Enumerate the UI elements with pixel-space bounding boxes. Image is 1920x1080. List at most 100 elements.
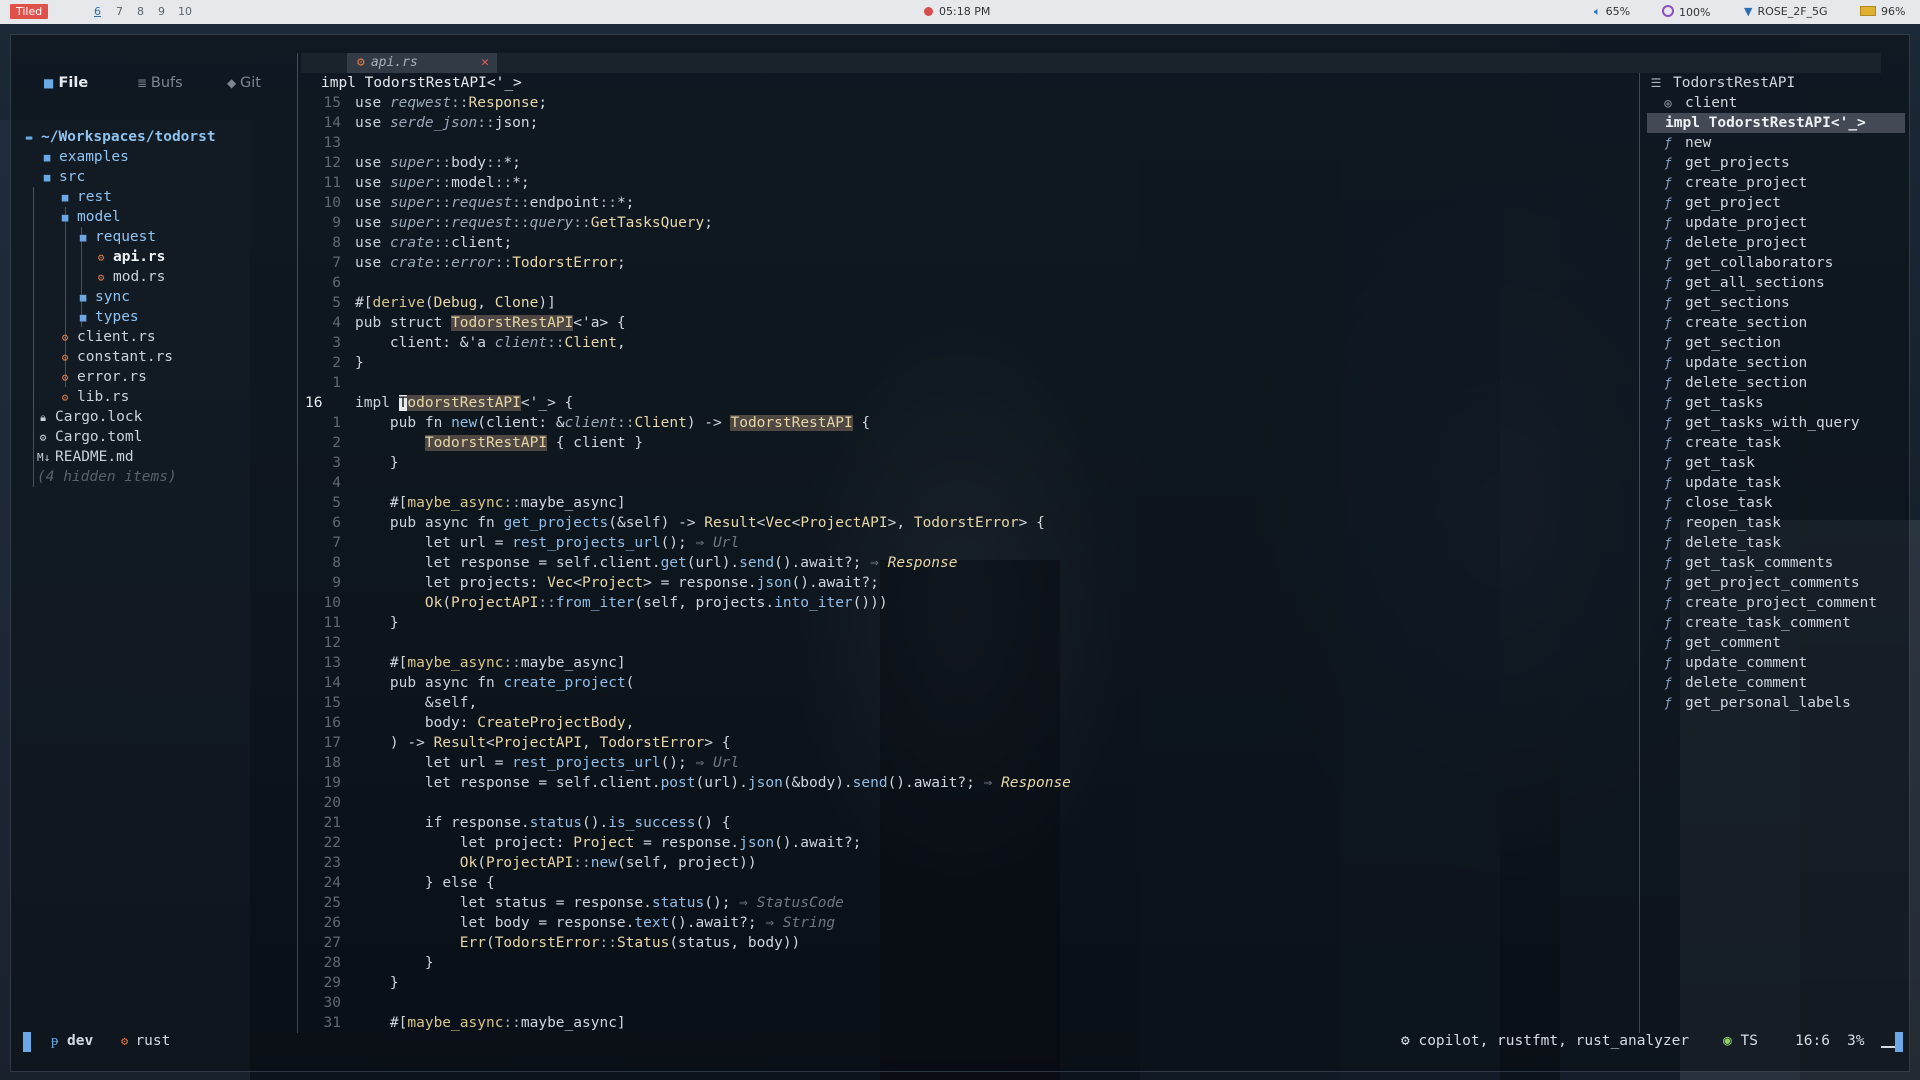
code-line[interactable]: 3 client: &'a client::Client,	[301, 333, 625, 353]
tree-folder[interactable]: ■ types	[77, 307, 139, 327]
tree-folder[interactable]: ■ src	[41, 167, 86, 187]
filetype[interactable]: ⚙ rust	[121, 1030, 170, 1052]
code-line[interactable]: 25 let status = response.status(); ⇒ Sta…	[301, 893, 844, 913]
code-line[interactable]: 18 let url = rest_projects_url(); ⇒ Url	[301, 753, 740, 773]
code-line[interactable]: 23 Ok(ProjectAPI::new(self, project))	[301, 853, 757, 873]
outline-fn-get-all-sections[interactable]: ƒ get_all_sections	[1647, 273, 1905, 293]
outline-fn-get-tasks-with-query[interactable]: ƒ get_tasks_with_query	[1647, 413, 1905, 433]
code-line[interactable]: 29 }	[301, 973, 399, 993]
outline-fn-new[interactable]: ƒ new	[1647, 133, 1905, 153]
outline-fn-get-project[interactable]: ƒ get_project	[1647, 193, 1905, 213]
outline-impl[interactable]: impl TodorstRestAPI<'_>	[1647, 113, 1905, 133]
workspace-9[interactable]: 9	[158, 5, 165, 18]
code-line[interactable]: 12	[301, 633, 355, 653]
outline-fn-delete-task[interactable]: ƒ delete_task	[1647, 533, 1905, 553]
outline-fn-get-comment[interactable]: ƒ get_comment	[1647, 633, 1905, 653]
explorer-tab-bufs[interactable]: ≣ Bufs	[137, 75, 183, 91]
code-line[interactable]: 15 &self,	[301, 693, 478, 713]
explorer-separator[interactable]	[297, 53, 298, 1033]
code-line[interactable]: 13	[301, 133, 355, 153]
code-line[interactable]: 3 }	[301, 453, 398, 473]
code-line[interactable]: 6 pub async fn get_projects(&self) -> Re…	[301, 513, 1045, 533]
code-line[interactable]: 27 Err(TodorstError::Status(status, body…	[301, 933, 801, 953]
code-line[interactable]: 5 #[maybe_async::maybe_async]	[301, 493, 625, 513]
code-line[interactable]: 11 }	[301, 613, 399, 633]
clock[interactable]: 05:18 PM	[924, 5, 990, 18]
outline-fn-delete-project[interactable]: ƒ delete_project	[1647, 233, 1905, 253]
outline-fn-update-task[interactable]: ƒ update_task	[1647, 473, 1905, 493]
code-line[interactable]: 1	[301, 373, 355, 393]
code-line[interactable]: 14 pub async fn create_project(	[301, 673, 635, 693]
outline-fn-update-comment[interactable]: ƒ update_comment	[1647, 653, 1905, 673]
outline-fn-create-project[interactable]: ƒ create_project	[1647, 173, 1905, 193]
git-branch[interactable]: ᵽ dev	[51, 1030, 93, 1052]
code-line[interactable]: 15 use reqwest::Response;	[301, 93, 548, 113]
layout-badge[interactable]: Tiled	[10, 4, 49, 19]
tree-folder[interactable]: ■ examples	[41, 147, 129, 167]
tree-root[interactable]: ▬ ~/Workspaces/todorst	[23, 127, 216, 147]
outline-fn-close-task[interactable]: ƒ close_task	[1647, 493, 1905, 513]
workspace-7[interactable]: 7	[116, 5, 123, 18]
code-line[interactable]: 9 let projects: Vec<Project> = response.…	[301, 573, 879, 593]
code-line[interactable]: 2}	[301, 353, 363, 373]
code-line[interactable]: 13 #[maybe_async::maybe_async]	[301, 653, 626, 673]
outline-fn-delete-comment[interactable]: ƒ delete_comment	[1647, 673, 1905, 693]
tab-api-rs[interactable]: ⚙ api.rs ✕	[347, 53, 497, 73]
code-line[interactable]: 7 let url = rest_projects_url(); ⇒ Url	[301, 533, 739, 553]
outline-fn-get-tasks[interactable]: ƒ get_tasks	[1647, 393, 1905, 413]
code-line[interactable]: 22 let project: Project = response.json(…	[301, 833, 862, 853]
outline-fn-get-personal-labels[interactable]: ƒ get_personal_labels	[1647, 693, 1905, 713]
tree-file[interactable]: M↓ README.md	[37, 447, 134, 467]
code-line[interactable]: 14 use serde_json::json;	[301, 113, 539, 133]
tree-file[interactable]: ⚙ api.rs	[95, 247, 166, 267]
tree-file[interactable]: ⚙ constant.rs	[59, 347, 173, 367]
tree-folder[interactable]: ■ rest	[59, 187, 112, 207]
code-line[interactable]: 4 pub struct TodorstRestAPI<'a> {	[301, 313, 626, 333]
tree-file[interactable]: 🔒︎ Cargo.lock	[37, 407, 142, 427]
brightness-indicator[interactable]: 100%	[1662, 5, 1710, 19]
outline-fn-create-task[interactable]: ƒ create_task	[1647, 433, 1905, 453]
outline-fn-get-projects[interactable]: ƒ get_projects	[1647, 153, 1905, 173]
outline-field[interactable]: ◎ client	[1647, 93, 1905, 113]
code-line[interactable]: 26 let body = response.text().await?; ⇒ …	[301, 913, 836, 933]
outline-fn-create-project-comment[interactable]: ƒ create_project_comment	[1647, 593, 1905, 613]
code-line[interactable]: 21 if response.status().is_success() {	[301, 813, 731, 833]
treesitter-status[interactable]: ◉ TS	[1723, 1030, 1758, 1052]
tree-folder[interactable]: ■ sync	[77, 287, 130, 307]
workspace-8[interactable]: 8	[137, 5, 144, 18]
outline-fn-get-task-comments[interactable]: ƒ get_task_comments	[1647, 553, 1905, 573]
outline-fn-get-project-comments[interactable]: ƒ get_project_comments	[1647, 573, 1905, 593]
code-line[interactable]: 2 TodorstRestAPI { client }	[301, 433, 643, 453]
tree-file[interactable]: ⚙ error.rs	[59, 367, 147, 387]
volume-indicator[interactable]: 🔈︎ 65%	[1594, 5, 1630, 19]
tree-folder[interactable]: ■ model	[59, 207, 121, 227]
code-line[interactable]: 11 use super::model::*;	[301, 173, 530, 193]
tree-folder[interactable]: ■ request	[77, 227, 156, 247]
tree-hidden-items[interactable]: (4 hidden items)	[37, 467, 177, 487]
outline-fn-get-section[interactable]: ƒ get_section	[1647, 333, 1905, 353]
code-line[interactable]: 28 }	[301, 953, 434, 973]
close-icon[interactable]: ✕	[481, 53, 489, 73]
code-line[interactable]: 17 ) -> Result<ProjectAPI, TodorstError>…	[301, 733, 731, 753]
lsp-clients[interactable]: ⚙ copilot, rustfmt, rust_analyzer	[1401, 1030, 1689, 1052]
code-line[interactable]: 4	[301, 473, 355, 493]
code-line[interactable]: 19 let response = self.client.post(url).…	[301, 773, 1071, 793]
battery-indicator[interactable]: 96%	[1860, 5, 1905, 18]
code-line[interactable]: 30	[301, 993, 355, 1013]
outline-fn-update-project[interactable]: ƒ update_project	[1647, 213, 1905, 233]
code-line[interactable]: 10 Ok(ProjectAPI::from_iter(self, projec…	[301, 593, 888, 613]
outline-fn-reopen-task[interactable]: ƒ reopen_task	[1647, 513, 1905, 533]
tree-file[interactable]: ⚙ mod.rs	[95, 267, 166, 287]
code-line[interactable]: 5 #[derive(Debug, Clone)]	[301, 293, 556, 313]
workspace-10[interactable]: 10	[178, 5, 192, 18]
code-line[interactable]: 9 use super::request::query::GetTasksQuer…	[301, 213, 713, 233]
explorer-tab-file[interactable]: ■ File	[43, 75, 88, 91]
code-line[interactable]: 16 body: CreateProjectBody,	[301, 713, 635, 733]
code-line[interactable]: 20	[301, 793, 355, 813]
outline-fn-create-task-comment[interactable]: ƒ create_task_comment	[1647, 613, 1905, 633]
outline-fn-get-collaborators[interactable]: ƒ get_collaborators	[1647, 253, 1905, 273]
code-line[interactable]: 6	[301, 273, 355, 293]
workspace-6[interactable]: 6	[94, 5, 101, 18]
code-line[interactable]: 7 use crate::error::TodorstError;	[301, 253, 625, 273]
code-editor[interactable]: impl TodorstRestAPI<'_> 15 use reqwest::R…	[301, 73, 1641, 1033]
